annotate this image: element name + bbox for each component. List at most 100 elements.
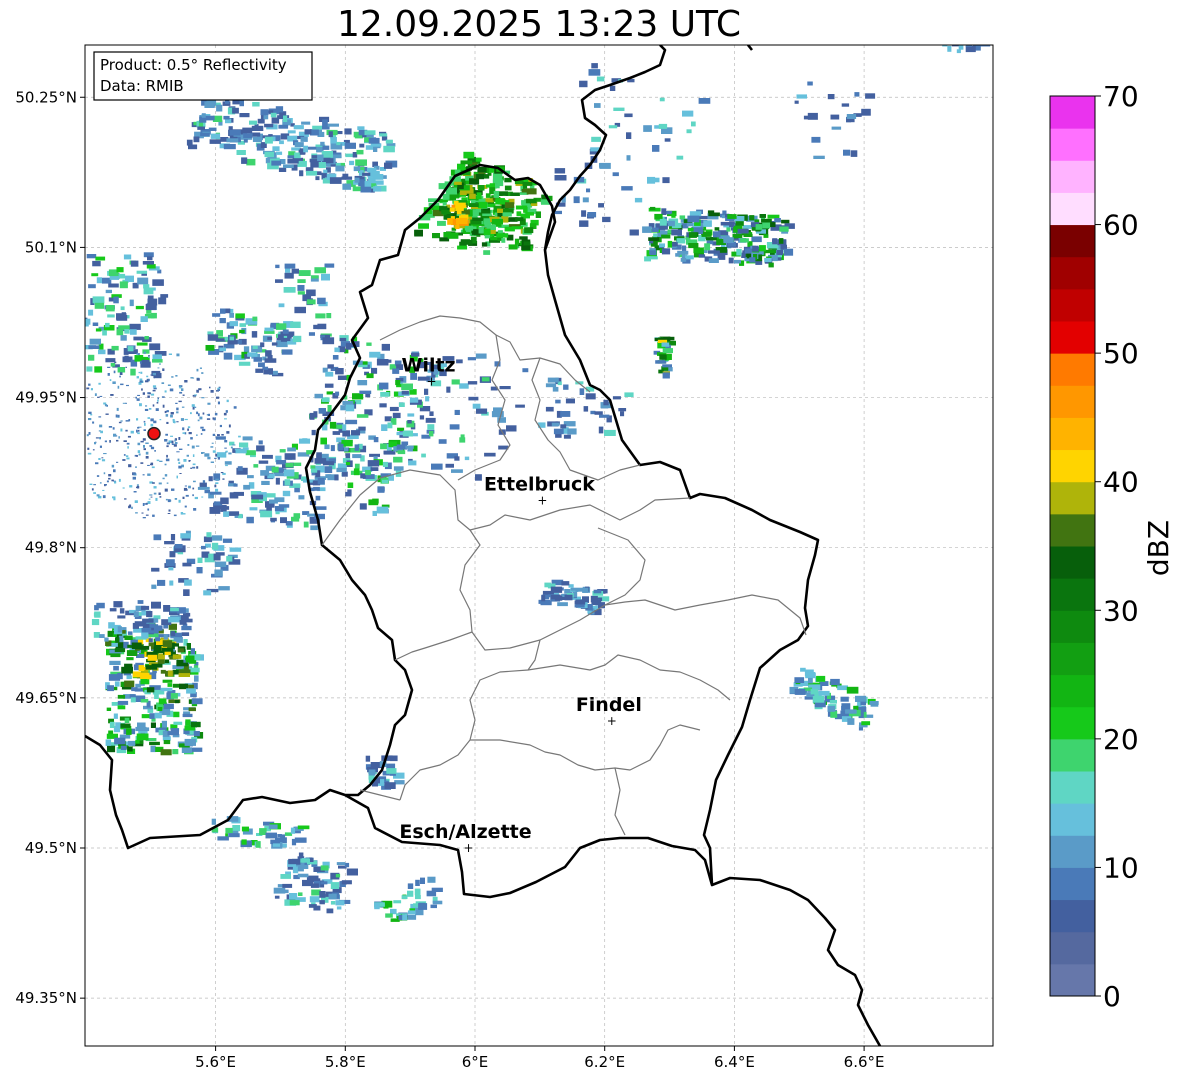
echo-cell bbox=[385, 913, 393, 918]
echo-cell bbox=[515, 404, 525, 408]
echo-cell bbox=[239, 323, 246, 327]
echo-cell bbox=[247, 475, 254, 479]
echo-cell bbox=[563, 434, 571, 439]
echo-cell bbox=[481, 377, 490, 382]
echo-cell bbox=[579, 80, 588, 88]
echo-cell bbox=[564, 594, 573, 601]
echo-cell bbox=[334, 347, 340, 353]
echo-cell bbox=[301, 121, 311, 125]
echo-cell bbox=[764, 257, 772, 262]
echo-cell bbox=[401, 895, 408, 899]
echo-cell bbox=[190, 412, 192, 415]
echo-cell bbox=[467, 381, 478, 385]
echo-cell bbox=[187, 444, 190, 446]
echo-cell bbox=[278, 124, 289, 129]
echo-cell bbox=[165, 498, 168, 501]
echo-cell bbox=[447, 218, 453, 225]
echo-cell bbox=[118, 436, 120, 439]
echo-cell bbox=[298, 892, 303, 896]
echo-cell bbox=[252, 102, 260, 107]
echo-cell bbox=[215, 478, 219, 481]
echo-cell bbox=[658, 123, 668, 129]
echo-cell bbox=[117, 694, 126, 699]
echo-cell bbox=[139, 380, 143, 383]
echo-cell bbox=[469, 193, 476, 199]
echo-cell bbox=[268, 824, 278, 829]
echo-cell bbox=[463, 151, 475, 159]
echo-cell bbox=[180, 512, 184, 515]
echo-cell bbox=[297, 867, 304, 872]
echo-cell bbox=[190, 467, 192, 469]
echo-cell bbox=[454, 181, 462, 185]
echo-cell bbox=[661, 342, 670, 347]
echo-cell bbox=[861, 108, 871, 116]
echo-cell bbox=[495, 183, 500, 189]
echo-cell bbox=[98, 382, 101, 385]
echo-cell bbox=[142, 261, 154, 265]
echo-cell bbox=[237, 466, 243, 471]
echo-cell bbox=[749, 257, 756, 263]
echo-cell bbox=[187, 428, 189, 431]
info-source: Data: RMIB bbox=[100, 77, 184, 95]
echo-cell bbox=[89, 483, 93, 485]
echo-cell bbox=[112, 496, 116, 499]
echo-cell bbox=[662, 177, 670, 184]
echo-cell bbox=[190, 437, 193, 440]
echo-cell bbox=[306, 170, 318, 176]
echo-cell bbox=[171, 443, 176, 445]
echo-cell bbox=[364, 181, 372, 187]
echo-cell bbox=[136, 376, 139, 379]
echo-cell bbox=[336, 862, 346, 866]
echo-cell bbox=[803, 115, 809, 120]
echo-cell bbox=[310, 883, 319, 888]
echo-cell bbox=[280, 874, 291, 879]
echo-cell bbox=[164, 439, 168, 442]
echo-cell bbox=[225, 450, 228, 453]
echo-cell bbox=[122, 459, 126, 461]
echo-cell bbox=[125, 429, 128, 432]
echo-cell bbox=[148, 498, 151, 500]
echo-cell bbox=[145, 665, 158, 670]
echo-cell bbox=[137, 426, 140, 429]
echo-cell bbox=[613, 107, 625, 111]
echo-cell bbox=[459, 383, 469, 389]
radar-site-dot bbox=[147, 426, 161, 441]
lat-tick-label: 49.5°N bbox=[25, 839, 77, 857]
echo-cell bbox=[145, 380, 149, 383]
echo-cell bbox=[117, 615, 126, 619]
echo-cell bbox=[140, 462, 144, 464]
echo-cell bbox=[414, 888, 421, 896]
echo-cell bbox=[134, 500, 138, 503]
echo-cell bbox=[179, 391, 183, 394]
echo-cell bbox=[514, 238, 520, 245]
echo-cell bbox=[472, 217, 483, 221]
echo-cell bbox=[687, 215, 700, 223]
echo-cell bbox=[227, 511, 240, 516]
echo-cell bbox=[192, 466, 196, 469]
echo-cell bbox=[342, 400, 354, 405]
echo-cell bbox=[258, 362, 265, 368]
echo-cell bbox=[744, 248, 752, 254]
echo-cell bbox=[182, 427, 185, 431]
echo-cell bbox=[279, 449, 286, 453]
echo-cell bbox=[155, 637, 160, 642]
echo-cell bbox=[406, 914, 417, 920]
echo-cell bbox=[323, 169, 328, 174]
echo-cell bbox=[100, 430, 103, 434]
echo-cell bbox=[297, 291, 305, 295]
echo-cell bbox=[402, 914, 407, 921]
echo-cell bbox=[128, 464, 132, 468]
echo-cell bbox=[232, 450, 236, 453]
echo-cell bbox=[113, 665, 119, 671]
echo-cell bbox=[102, 489, 105, 491]
echo-cell bbox=[772, 239, 778, 243]
echo-cell bbox=[82, 427, 85, 429]
echo-cell bbox=[262, 366, 269, 370]
echo-cell bbox=[199, 416, 203, 420]
echo-cell bbox=[197, 413, 200, 417]
echo-cell bbox=[163, 605, 171, 612]
echo-cell bbox=[209, 139, 221, 144]
echo-cell bbox=[158, 698, 167, 705]
echo-cell bbox=[176, 353, 180, 357]
echo-cell bbox=[393, 456, 403, 463]
